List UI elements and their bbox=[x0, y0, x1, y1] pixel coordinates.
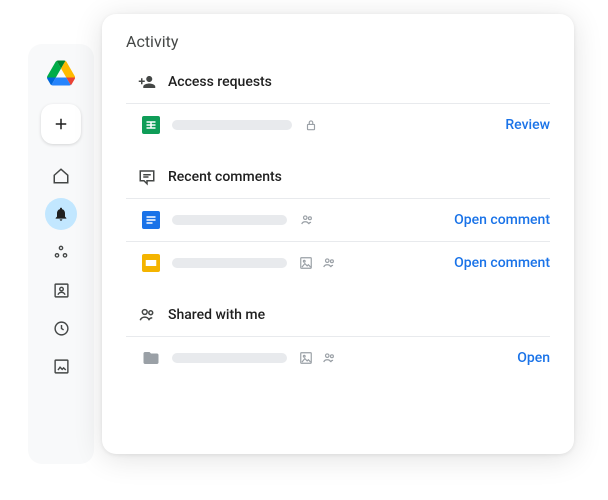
comment-icon bbox=[138, 168, 156, 186]
open-comment-action[interactable]: Open comment bbox=[454, 212, 550, 228]
sidebar bbox=[28, 44, 94, 464]
open-action[interactable]: Open bbox=[517, 350, 550, 366]
comment-row[interactable]: Open comment bbox=[126, 242, 550, 284]
nav-recent[interactable] bbox=[45, 312, 77, 344]
people-icon bbox=[321, 256, 337, 270]
people-icon bbox=[299, 213, 315, 227]
image-meta-icon bbox=[299, 351, 313, 365]
nav-home[interactable] bbox=[45, 160, 77, 192]
section-shared-with-me: Shared with me Open bbox=[126, 302, 550, 379]
file-name-placeholder bbox=[172, 215, 287, 225]
person-add-icon bbox=[138, 73, 156, 91]
nav-shared-drives[interactable] bbox=[45, 274, 77, 306]
image-box-icon bbox=[53, 358, 70, 375]
image-meta-icon bbox=[299, 256, 313, 270]
section-label: Access requests bbox=[168, 74, 272, 90]
nav-activity[interactable] bbox=[45, 198, 77, 230]
lock-icon bbox=[304, 118, 318, 132]
nav-photos[interactable] bbox=[45, 350, 77, 382]
workspaces-icon bbox=[53, 244, 69, 260]
section-label: Shared with me bbox=[168, 307, 265, 323]
sheets-file-icon bbox=[142, 116, 160, 134]
google-drive-logo bbox=[47, 60, 75, 86]
file-name-placeholder bbox=[172, 258, 287, 268]
comment-row[interactable]: Open comment bbox=[126, 199, 550, 242]
access-request-row[interactable]: Review bbox=[126, 104, 550, 146]
bell-icon bbox=[53, 206, 69, 222]
file-name-placeholder bbox=[172, 353, 287, 363]
people-icon bbox=[321, 351, 337, 365]
review-action[interactable]: Review bbox=[505, 117, 550, 133]
clock-icon bbox=[53, 320, 70, 337]
section-recent-comments: Recent comments Open comment bbox=[126, 164, 550, 284]
shared-row[interactable]: Open bbox=[126, 337, 550, 379]
nav-workspaces[interactable] bbox=[45, 236, 77, 268]
folder-icon bbox=[142, 349, 160, 367]
person-box-icon bbox=[53, 282, 70, 299]
file-name-placeholder bbox=[172, 120, 292, 130]
slides-file-icon bbox=[142, 254, 160, 272]
people-icon bbox=[138, 306, 156, 324]
plus-icon bbox=[52, 115, 70, 133]
new-button[interactable] bbox=[41, 104, 81, 144]
open-comment-action[interactable]: Open comment bbox=[454, 255, 550, 271]
panel-title: Activity bbox=[126, 32, 550, 51]
activity-panel: Activity Access requests Review R bbox=[102, 14, 574, 454]
home-icon bbox=[52, 167, 70, 185]
section-access-requests: Access requests Review bbox=[126, 69, 550, 146]
section-label: Recent comments bbox=[168, 169, 282, 185]
docs-file-icon bbox=[142, 211, 160, 229]
